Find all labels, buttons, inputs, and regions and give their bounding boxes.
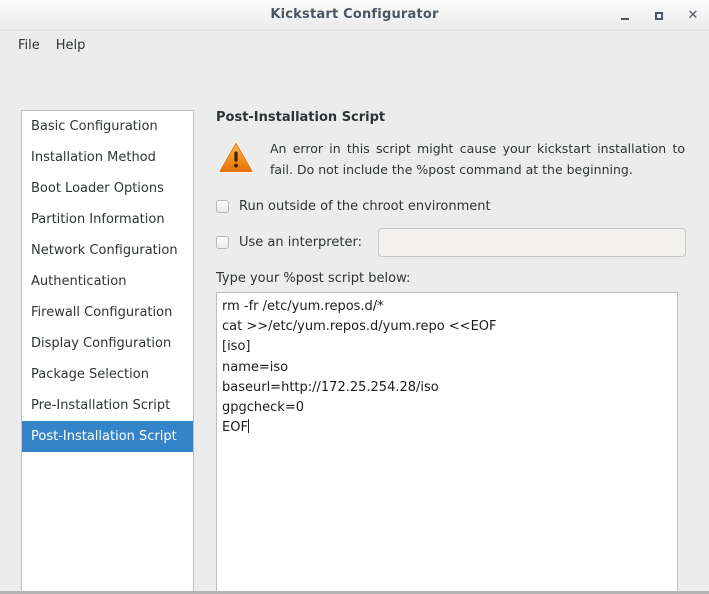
sidebar-item-network-configuration[interactable]: Network Configuration xyxy=(22,235,193,266)
script-line-text: EOF xyxy=(222,420,248,436)
page-title: Post-Installation Script xyxy=(216,110,386,125)
text-cursor xyxy=(247,419,249,434)
interpreter-checkbox-label: Use an interpreter: xyxy=(239,234,362,250)
interpreter-checkbox[interactable] xyxy=(216,235,229,249)
maximize-button[interactable] xyxy=(651,8,667,24)
warning-triangle-icon xyxy=(217,140,255,174)
window-controls: ✕ xyxy=(617,0,701,31)
menu-item-file[interactable]: File xyxy=(10,35,48,56)
script-label: Type your %post script below: xyxy=(216,271,411,286)
sidebar-item-package-selection[interactable]: Package Selection xyxy=(22,359,193,390)
chroot-checkbox-label: Run outside of the chroot environment xyxy=(239,198,491,214)
sidebar-item-authentication[interactable]: Authentication xyxy=(22,266,193,297)
sidebar-item-display-configuration[interactable]: Display Configuration xyxy=(22,328,193,359)
script-line: gpgcheck=0 xyxy=(222,400,304,416)
maximize-icon xyxy=(655,11,663,20)
window-body: Basic Configuration Installation Method … xyxy=(0,60,709,594)
close-button[interactable]: ✕ xyxy=(685,8,701,24)
chroot-checkbox[interactable] xyxy=(216,199,229,213)
script-line: [iso] xyxy=(222,339,251,355)
sidebar-item-firewall-configuration[interactable]: Firewall Configuration xyxy=(22,297,193,328)
chroot-checkbox-row[interactable]: Run outside of the chroot environment xyxy=(216,196,686,216)
script-line: rm -fr /etc/yum.repos.d/* xyxy=(222,299,384,314)
script-line: baseurl=http://172.25.254.28/iso xyxy=(222,379,439,395)
warning-banner: An error in this script might cause your… xyxy=(216,137,686,180)
sidebar-item-boot-loader-options[interactable]: Boot Loader Options xyxy=(22,173,193,204)
interpreter-input[interactable] xyxy=(377,227,686,257)
sidebar-item-pre-installation-script[interactable]: Pre-Installation Script xyxy=(22,390,193,421)
sidebar-item-partition-information[interactable]: Partition Information xyxy=(22,204,193,235)
post-script-textarea[interactable]: rm -fr /etc/yum.repos.d/* cat >>/etc/yum… xyxy=(216,292,678,594)
script-line: name=iso xyxy=(222,359,289,375)
window-title: Kickstart Configurator xyxy=(270,7,439,22)
post-installation-panel: Post-Installation Script An error in thi… xyxy=(216,110,686,594)
kickstart-configurator-window: Kickstart Configurator ✕ File Help Basic… xyxy=(0,0,709,594)
minimize-button[interactable] xyxy=(617,8,633,24)
close-icon: ✕ xyxy=(687,8,699,23)
script-line: cat >>/etc/yum.repos.d/yum.repo <<EOF xyxy=(222,319,497,335)
menu-bar: File Help xyxy=(0,31,709,60)
script-line-with-caret: EOF xyxy=(220,418,677,438)
menu-item-help[interactable]: Help xyxy=(48,35,94,56)
minimize-icon xyxy=(621,18,629,20)
title-bar: Kickstart Configurator ✕ xyxy=(0,0,709,31)
warning-text: An error in this script might cause your… xyxy=(270,141,685,177)
interpreter-row: Use an interpreter: xyxy=(216,227,686,257)
sidebar-item-post-installation-script[interactable]: Post-Installation Script xyxy=(22,421,193,452)
sidebar-item-installation-method[interactable]: Installation Method xyxy=(22,142,193,173)
section-list[interactable]: Basic Configuration Installation Method … xyxy=(21,110,194,594)
sidebar-item-basic-configuration[interactable]: Basic Configuration xyxy=(22,111,193,142)
